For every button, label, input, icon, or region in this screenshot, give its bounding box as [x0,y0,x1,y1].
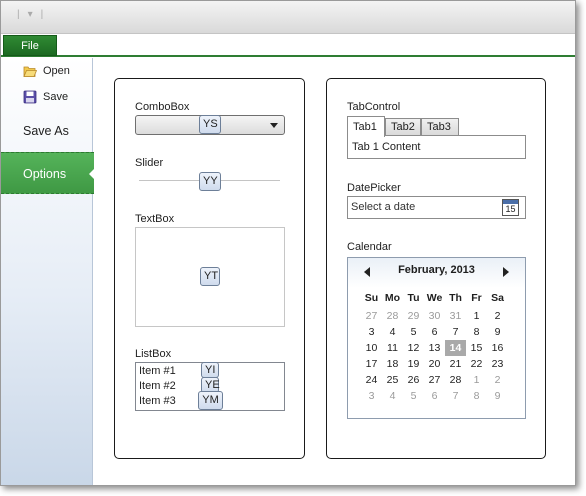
calendar-day-cell[interactable]: 12 [403,340,424,356]
calendar-day-cell[interactable]: 18 [382,356,403,372]
left-controls-panel: ComboBox YS Slider YY TextBox YT ListBox… [114,78,305,459]
listbox-item3-keytip: YM [198,391,223,410]
calendar-today-cell[interactable]: 14 [445,340,466,356]
calendar-day-cell[interactable]: 7 [445,388,466,404]
weekday-header: Mo [384,292,401,304]
calendar: February, 2013 Su Mo Tu We Th Fr Sa 27 28 29 30 31 1… [347,257,526,419]
weekday-header: Su [364,292,379,304]
slider-label: Slider [135,157,164,169]
datepicker-input[interactable]: Select a date 15 [347,196,526,219]
tabcontrol-label: TabControl [347,101,401,113]
calendar-day-cell[interactable]: 4 [382,388,403,404]
weekday-header: We [426,292,443,304]
calendar-day-cell[interactable]: 24 [361,372,382,388]
listbox-item1-keytip: YI [201,362,219,378]
calendar-day-grid: Su Mo Tu We Th Fr Sa 27 28 29 30 31 1 2 3 4 5 6 7 8 9 10 11 12 1… [361,292,508,404]
calendar-day-cell[interactable]: 29 [403,308,424,324]
ribbon-bar: File [1,34,575,57]
calendar-month-title[interactable]: February, 2013 [348,264,525,276]
calendar-day-cell[interactable]: 31 [445,308,466,324]
listbox-label: ListBox [135,348,172,360]
calendar-day-cell[interactable]: 1 [466,372,487,388]
calendar-day-cell[interactable]: 11 [382,340,403,356]
list-item[interactable]: Item #1 [139,365,176,377]
save-as-tab[interactable]: Save As [23,124,69,138]
qat-separator-left: | [17,9,20,20]
calendar-day-cell[interactable]: 30 [424,308,445,324]
calendar-icon[interactable]: 15 [502,199,519,216]
folder-icon [23,66,37,77]
calendar-day-cell[interactable]: 20 [424,356,445,372]
calendar-day-cell[interactable]: 9 [487,388,508,404]
file-tab[interactable]: File [3,35,57,56]
qat-separator-right: | [40,9,44,20]
calendar-day-cell[interactable]: 27 [424,372,445,388]
application-window: | ▾ | File Open Save Save As Options Com… [0,0,576,486]
calendar-day-cell[interactable]: 8 [466,324,487,340]
list-item[interactable]: Item #2 [139,380,176,392]
weekday-header: Fr [471,292,482,304]
next-month-icon[interactable] [503,267,509,277]
list-item[interactable]: Item #3 [139,395,176,407]
title-bar: | ▾ | [1,1,575,34]
tab-1[interactable]: Tab1 [347,116,385,137]
calendar-day-cell[interactable]: 22 [466,356,487,372]
calendar-day-cell[interactable]: 8 [466,388,487,404]
calendar-day-cell[interactable]: 5 [403,324,424,340]
combobox-label: ComboBox [135,101,190,113]
calendar-day-cell[interactable]: 6 [424,388,445,404]
datepicker-label: DatePicker [347,182,401,194]
weekday-header: Tu [407,292,420,304]
calendar-day-cell[interactable]: 17 [361,356,382,372]
calendar-day-cell[interactable]: 2 [487,308,508,324]
calendar-day-cell[interactable]: 1 [466,308,487,324]
weekday-header: Th [449,292,462,304]
open-label: Open [43,65,70,77]
calendar-day-cell[interactable]: 9 [487,324,508,340]
calendar-day-cell[interactable]: 23 [487,356,508,372]
calendar-day-cell[interactable]: 10 [361,340,382,356]
right-controls-panel: TabControl Tab1 Tab2 Tab3 Tab 1 Content … [326,78,546,459]
selected-tab-notch [89,168,95,180]
backstage-navigation: Open Save Save As Options [1,58,95,485]
combobox-keytip: YS [199,115,221,134]
calendar-day-cell[interactable]: 7 [445,324,466,340]
calendar-label: Calendar [347,241,392,253]
tab-content: Tab 1 Content [347,135,526,159]
calendar-day-cell[interactable]: 15 [466,340,487,356]
options-tab[interactable]: Options [1,152,95,194]
calendar-day-cell[interactable]: 28 [382,308,403,324]
calendar-day-cell[interactable]: 5 [403,388,424,404]
textbox-keytip: YT [200,267,220,286]
weekday-header: Sa [491,292,504,304]
calendar-day-cell[interactable]: 16 [487,340,508,356]
calendar-day-cell[interactable]: 6 [424,324,445,340]
calendar-day-cell[interactable]: 2 [487,372,508,388]
quick-access-toolbar: | ▾ | [17,9,43,20]
calendar-day-cell[interactable]: 26 [403,372,424,388]
open-command[interactable]: Open [23,64,70,78]
options-label: Options [23,167,67,181]
calendar-day-cell[interactable]: 13 [424,340,445,356]
tab-3[interactable]: Tab3 [421,118,459,136]
slider-thumb-keytip[interactable]: YY [199,172,221,191]
calendar-day-cell[interactable]: 3 [361,324,382,340]
calendar-header: February, 2013 [348,258,525,284]
calendar-day-cell[interactable]: 25 [382,372,403,388]
calendar-day-cell[interactable]: 27 [361,308,382,324]
chevron-down-icon[interactable] [270,123,278,128]
tab-2[interactable]: Tab2 [385,118,421,136]
calendar-day-cell[interactable]: 28 [445,372,466,388]
datepicker-placeholder: Select a date [351,201,416,213]
floppy-disk-icon [23,90,37,104]
calendar-day-cell[interactable]: 3 [361,388,382,404]
save-label: Save [43,91,69,103]
save-command[interactable]: Save [23,90,68,104]
calendar-day-cell[interactable]: 21 [445,356,466,372]
calendar-day-cell[interactable]: 19 [403,356,424,372]
calendar-day-cell[interactable]: 4 [382,324,403,340]
qat-customize-icon[interactable]: ▾ [28,9,33,20]
textbox-label: TextBox [135,213,175,225]
